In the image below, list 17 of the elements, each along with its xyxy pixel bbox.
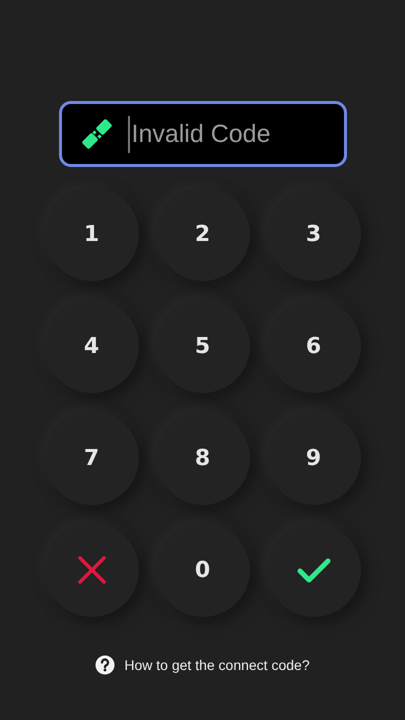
digit-key[interactable]: 5 [156, 299, 250, 393]
digit-key[interactable]: 1 [44, 187, 138, 281]
check-icon [296, 556, 330, 584]
chain-link-icon [82, 119, 112, 149]
digit-key[interactable]: 7 [44, 411, 138, 505]
code-entry-box[interactable]: Invalid Code [58, 101, 346, 167]
digit-key[interactable]: 9 [266, 411, 360, 505]
x-icon [76, 555, 106, 585]
digit-key[interactable]: 0 [156, 523, 250, 617]
digit-key[interactable]: 6 [266, 299, 360, 393]
help-icon [95, 655, 116, 675]
digit-key[interactable]: 3 [266, 187, 360, 281]
code-field[interactable]: Invalid Code [128, 116, 344, 152]
digit-key[interactable]: 4 [44, 299, 138, 393]
digit-key[interactable]: 2 [156, 187, 250, 281]
help-link[interactable]: How to get the connect code? [124, 657, 310, 673]
digit-key[interactable]: 8 [156, 411, 250, 505]
